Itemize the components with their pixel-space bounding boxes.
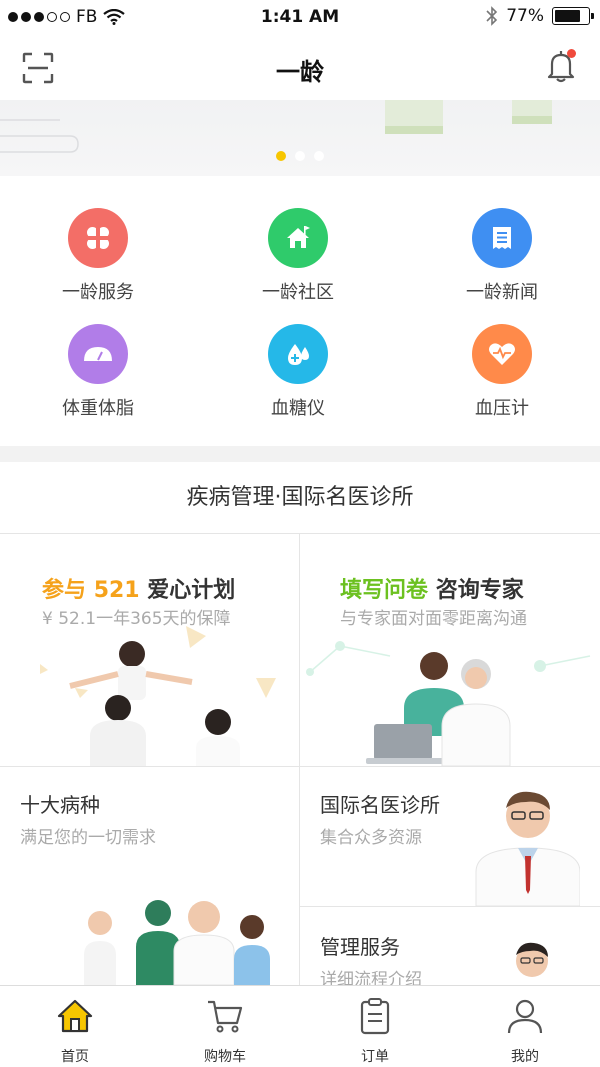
tab-label: 首页 <box>61 1049 89 1065</box>
grid-item-service[interactable]: 一龄服务 <box>8 208 188 304</box>
battery-icon <box>552 7 594 25</box>
banner-page-indicator <box>0 151 600 161</box>
tab-label: 我的 <box>511 1049 539 1065</box>
tab-bar: 首页 购物车 订单 我的 <box>0 985 600 1067</box>
banner-dot[interactable] <box>314 151 324 161</box>
section-title: 疾病管理·国际名医诊所 <box>0 462 600 534</box>
card-survey[interactable]: 填写问卷 咨询专家 与专家面对面零距离沟通 <box>300 534 600 766</box>
card-title-main: 爱心计划 <box>147 578 236 603</box>
family-illustration <box>40 626 276 766</box>
card-title-main: 咨询专家 <box>435 578 524 603</box>
banner-dot[interactable] <box>295 151 305 161</box>
banner-carousel[interactable] <box>0 100 600 176</box>
card-management-service[interactable]: 管理服务 详细流程介绍 <box>300 906 600 985</box>
house-flag-icon <box>268 208 328 268</box>
card-subtitle: 满足您的一切需求 <box>20 828 156 848</box>
bluetooth-icon <box>486 6 498 26</box>
status-right: 77% <box>486 6 594 26</box>
blood-drop-icon <box>268 324 328 384</box>
nav-bar: 一龄 <box>0 36 600 100</box>
tab-orders[interactable]: 订单 <box>300 986 450 1067</box>
card-title-accent: 参与 <box>42 578 87 603</box>
battery-percent: 77% <box>506 6 544 26</box>
grid-label: 一龄社区 <box>262 282 334 303</box>
card-title: 国际名医诊所 <box>320 793 440 817</box>
card-title-number: 521 <box>93 578 140 603</box>
newspaper-icon <box>472 208 532 268</box>
clipboard-icon <box>360 998 390 1035</box>
card-subtitle: 详细流程介绍 <box>320 970 422 985</box>
banner-dot-active[interactable] <box>276 151 286 161</box>
notification-button[interactable] <box>544 48 578 84</box>
doctor-portrait-small-illustration <box>516 942 548 977</box>
card-title: 填写问卷 咨询专家 <box>340 572 524 604</box>
card-ten-diseases[interactable]: 十大病种 满足您的一切需求 <box>0 767 299 985</box>
grid-item-news[interactable]: 一龄新闻 <box>412 208 592 304</box>
grid-item-weight[interactable]: 体重体脂 <box>8 324 188 420</box>
grid-item-glucose[interactable]: 血糖仪 <box>208 324 388 420</box>
feature-grid: 一龄服务 一龄社区 一龄新闻 体重体脂 血糖仪 血压计 <box>0 176 600 446</box>
grid-label: 血糖仪 <box>271 398 325 419</box>
clover-icon <box>68 208 128 268</box>
card-subtitle: 集合众多资源 <box>320 828 422 848</box>
doctors-consult-illustration <box>306 641 591 766</box>
cart-icon <box>208 1000 243 1033</box>
tab-profile[interactable]: 我的 <box>450 986 600 1067</box>
card-title: 管理服务 <box>320 935 400 959</box>
card-divider <box>299 534 300 985</box>
card-title-accent: 填写问卷 <box>340 578 429 603</box>
doctor-portrait-illustration <box>475 791 580 906</box>
card-love-plan[interactable]: 参与 521 爱心计划 ¥ 52.1一年365天的保障 <box>0 534 299 766</box>
grid-label: 血压计 <box>475 398 529 419</box>
tab-cart[interactable]: 购物车 <box>150 986 300 1067</box>
tab-label: 订单 <box>361 1049 389 1065</box>
tab-label: 购物车 <box>204 1049 246 1065</box>
grid-label: 一龄服务 <box>62 282 134 303</box>
battery-level-fill <box>555 10 580 22</box>
card-international-clinic[interactable]: 国际名医诊所 集合众多资源 <box>300 767 600 906</box>
heart-pulse-icon <box>472 324 532 384</box>
status-bar: FB 1:41 AM 77% <box>0 0 600 36</box>
grid-label: 一龄新闻 <box>466 282 538 303</box>
card-title: 参与 521 爱心计划 <box>42 572 235 604</box>
section-divider <box>0 446 600 462</box>
person-icon <box>507 999 543 1034</box>
grid-item-blood-pressure[interactable]: 血压计 <box>412 324 592 420</box>
scale-gauge-icon <box>68 324 128 384</box>
home-icon <box>57 999 93 1033</box>
grid-label: 体重体脂 <box>62 398 134 419</box>
grid-item-community[interactable]: 一龄社区 <box>208 208 388 304</box>
page-title: 一龄 <box>276 58 324 86</box>
card-title: 十大病种 <box>20 793 100 817</box>
banner-image <box>0 100 552 153</box>
medical-team-illustration <box>84 900 270 985</box>
notification-badge <box>567 49 576 58</box>
card-divider <box>0 766 600 767</box>
tab-home[interactable]: 首页 <box>0 986 150 1067</box>
